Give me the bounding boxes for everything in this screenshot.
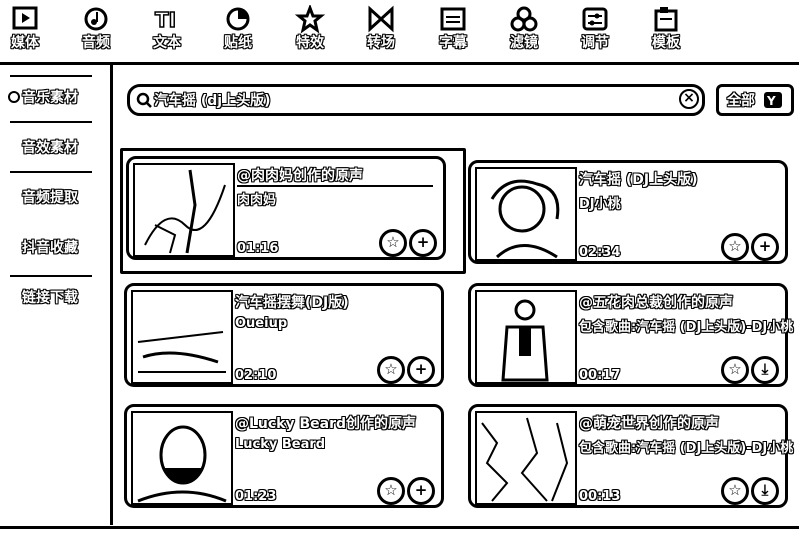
album-thumbnail bbox=[475, 290, 577, 384]
adjust-icon bbox=[580, 5, 610, 33]
card-title: @萌宠世界创作的原声 bbox=[579, 416, 719, 432]
top-toolbar: 媒体 音频 TI 文本 贴纸 特效 转场 字幕 滤镜 调节 模板 bbox=[0, 0, 799, 65]
card-title-divider bbox=[237, 185, 433, 187]
favorite-star-icon[interactable]: ☆ bbox=[377, 356, 405, 384]
album-thumbnail bbox=[475, 411, 577, 505]
card-duration: 02:34 bbox=[579, 245, 621, 260]
card-duration: 01:23 bbox=[235, 489, 277, 504]
text-icon: TI bbox=[152, 5, 182, 33]
music-card[interactable]: 汽车摇 (DJ上头版) DJ小桃 02:34 ☆ + bbox=[468, 160, 788, 264]
tab-media-label: 媒体 bbox=[11, 35, 39, 51]
music-card[interactable]: @萌宠世界创作的原声 包含歌曲:汽车摇 (DJ上头版)-DJ小桃 00:13 ☆… bbox=[468, 404, 793, 508]
card-title: @Lucky Beard创作的原声 bbox=[235, 416, 417, 432]
filter-label: 全部 bbox=[727, 93, 755, 109]
active-bullet-icon bbox=[8, 91, 20, 103]
favorite-star-icon[interactable]: ☆ bbox=[377, 477, 405, 505]
card-artist: Lucky Beard bbox=[235, 437, 326, 452]
card-duration: 00:17 bbox=[579, 368, 621, 383]
sidebar-item-douyin-favorites[interactable]: 抖音收藏 bbox=[22, 237, 78, 257]
album-thumbnail bbox=[475, 167, 577, 261]
effects-icon bbox=[294, 3, 326, 34]
music-card[interactable]: @Lucky Beard创作的原声 Lucky Beard 01:23 ☆ + bbox=[124, 404, 444, 508]
tab-template[interactable]: 模板 bbox=[636, 5, 696, 51]
filter-icon bbox=[509, 5, 539, 33]
card-title: 汽车摇摆舞(DJ版) bbox=[235, 295, 349, 311]
sidebar-item-link-download[interactable]: 链接下载 bbox=[22, 287, 78, 307]
album-thumbnail bbox=[131, 290, 233, 384]
music-card[interactable]: @五花肉总裁创作的原声 包含歌曲:汽车摇 (DJ上头版)-DJ小桃 00:17 … bbox=[468, 283, 793, 387]
favorite-star-icon[interactable]: ☆ bbox=[721, 233, 749, 261]
media-icon bbox=[10, 5, 40, 33]
album-thumbnail bbox=[131, 411, 233, 505]
music-card[interactable]: @肉肉妈创作的原声 肉肉妈 01:16 ☆ + bbox=[126, 156, 446, 260]
favorite-star-icon[interactable]: ☆ bbox=[379, 229, 407, 257]
tab-text[interactable]: TI 文本 bbox=[137, 5, 197, 51]
svg-text:Y: Y bbox=[766, 94, 776, 108]
filter-dropdown[interactable]: 全部 Y bbox=[716, 84, 794, 116]
sort-filter-icon: Y bbox=[764, 92, 782, 108]
audio-icon bbox=[81, 5, 111, 33]
sidebar-divider bbox=[10, 75, 92, 77]
tab-transition-label: 转场 bbox=[367, 35, 395, 51]
card-artist: Oueiup bbox=[235, 316, 288, 331]
add-icon[interactable]: + bbox=[751, 233, 779, 261]
card-title: @五花肉总裁创作的原声 bbox=[579, 295, 733, 311]
card-artist: 包含歌曲:汽车摇 (DJ上头版)-DJ小桃 bbox=[579, 441, 794, 456]
tab-sticker[interactable]: 贴纸 bbox=[208, 5, 268, 51]
svg-text:TI: TI bbox=[155, 8, 176, 32]
card-artist: 肉肉妈 bbox=[237, 193, 277, 208]
tab-filter-label: 滤镜 bbox=[510, 35, 538, 51]
card-duration: 01:16 bbox=[237, 241, 279, 256]
favorite-star-icon[interactable]: ☆ bbox=[721, 356, 749, 384]
tab-media[interactable]: 媒体 bbox=[0, 5, 55, 51]
tab-effects-label: 特效 bbox=[296, 35, 324, 51]
card-artist: 包含歌曲:汽车摇 (DJ上头版)-DJ小桃 bbox=[579, 320, 794, 335]
tab-transition[interactable]: 转场 bbox=[351, 5, 411, 51]
sidebar-divider bbox=[10, 275, 92, 277]
tab-subtitle-label: 字幕 bbox=[439, 35, 467, 51]
template-icon bbox=[651, 5, 681, 33]
tab-audio-label: 音频 bbox=[82, 35, 110, 51]
music-card[interactable]: 汽车摇摆舞(DJ版) Oueiup 02:10 ☆ + bbox=[124, 283, 444, 387]
search-icon bbox=[136, 92, 152, 108]
tab-text-label: 文本 bbox=[153, 35, 181, 51]
add-icon[interactable]: + bbox=[407, 477, 435, 505]
tab-effects[interactable]: 特效 bbox=[280, 3, 340, 51]
download-icon[interactable]: ⤓ bbox=[751, 477, 779, 505]
card-duration: 00:13 bbox=[579, 489, 621, 504]
search-input[interactable]: 汽车摇 (dj上头版) bbox=[154, 90, 271, 110]
tab-subtitle[interactable]: 字幕 bbox=[423, 5, 483, 51]
tab-template-label: 模板 bbox=[652, 35, 680, 51]
add-icon[interactable]: + bbox=[409, 229, 437, 257]
add-icon[interactable]: + bbox=[407, 356, 435, 384]
subtitle-icon bbox=[438, 5, 468, 33]
card-title: 汽车摇 (DJ上头版) bbox=[579, 172, 698, 188]
sidebar-divider bbox=[10, 121, 92, 123]
tab-sticker-label: 贴纸 bbox=[224, 35, 252, 51]
clear-search-icon[interactable]: × bbox=[679, 89, 699, 109]
tab-audio[interactable]: 音频 bbox=[66, 5, 126, 51]
sidebar-item-audio-extract[interactable]: 音频提取 bbox=[22, 187, 78, 207]
sidebar-item-music[interactable]: 音乐素材 bbox=[22, 87, 78, 107]
card-duration: 02:10 bbox=[235, 368, 277, 383]
album-thumbnail bbox=[133, 163, 235, 257]
tab-adjust[interactable]: 调节 bbox=[565, 5, 625, 51]
card-title: @肉肉妈创作的原声 bbox=[237, 168, 363, 184]
transition-icon bbox=[366, 5, 396, 33]
bottom-border bbox=[0, 526, 799, 529]
sidebar-item-sound-effects[interactable]: 音效素材 bbox=[22, 137, 78, 157]
favorite-star-icon[interactable]: ☆ bbox=[721, 477, 749, 505]
card-artist: DJ小桃 bbox=[579, 197, 621, 212]
search-bar[interactable]: 汽车摇 (dj上头版) × bbox=[127, 84, 705, 116]
download-icon[interactable]: ⤓ bbox=[751, 356, 779, 384]
tab-filter[interactable]: 滤镜 bbox=[494, 5, 554, 51]
tab-adjust-label: 调节 bbox=[581, 35, 609, 51]
sidebar-divider bbox=[10, 171, 92, 173]
sticker-icon bbox=[223, 5, 253, 33]
sidebar: 音乐素材 音效素材 音频提取 抖音收藏 链接下载 bbox=[0, 65, 113, 525]
